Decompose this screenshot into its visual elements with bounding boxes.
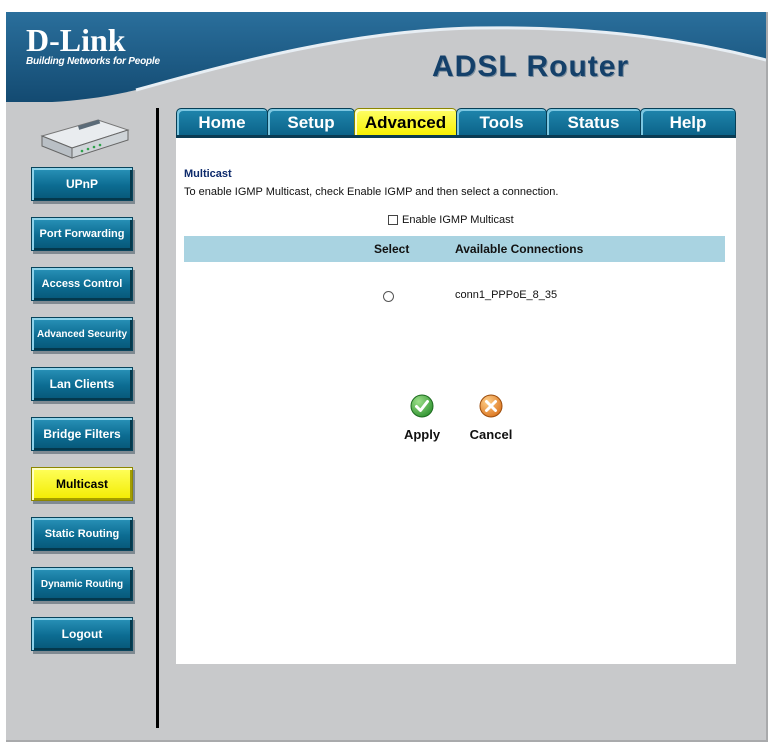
sidebar-item-port-forwarding[interactable]: Port Forwarding [31,217,133,251]
logo-brand: D-Link [26,22,126,58]
content-panel: Multicast To enable IGMP Multicast, chec… [176,138,736,664]
sidebar-item-label: UPnP [65,177,98,191]
apply-button[interactable]: Apply [392,394,452,442]
sidebar-item-label: Logout [61,627,103,641]
sidebar-item-label: Lan Clients [49,377,115,391]
cancel-label: Cancel [469,427,513,442]
tab-home[interactable]: Home [176,108,268,136]
sidebar-item-advanced-security[interactable]: Advanced Security [31,317,133,351]
apply-label: Apply [403,427,441,442]
sidebar-item-lan-clients[interactable]: Lan Clients [31,367,133,401]
header-banner: D-Link Building Networks for People ADSL… [6,12,766,103]
connection-name: conn1_PPPoE_8_35 [455,289,558,301]
tab-label: Status [567,112,620,132]
cancel-x-icon [479,394,503,418]
tab-label: Home [198,112,246,132]
tab-label: Tools [479,112,524,132]
sidebar-item-label: Multicast [55,477,108,491]
logo-tagline: Building Networks for People [26,56,160,67]
sidebar-divider [156,108,159,728]
section-description: To enable IGMP Multicast, check Enable I… [184,186,559,198]
check-icon [410,394,434,418]
tab-label: Setup [287,112,335,132]
product-title: ADSL Router [432,50,630,83]
column-header-select: Select [374,242,410,256]
enable-igmp-row[interactable]: Enable IGMP Multicast [388,214,514,226]
enable-igmp-label: Enable IGMP Multicast [402,214,514,226]
tab-label: Help [669,112,707,132]
sidebar-item-upnp[interactable]: UPnP [31,167,133,201]
sidebar-item-label: Static Routing [44,528,120,540]
tab-setup[interactable]: Setup [267,108,355,136]
connections-table-header: Select Available Connections [184,236,725,262]
column-header-available-connections: Available Connections [455,242,584,256]
connection-radio[interactable] [383,291,394,302]
sidebar-item-label: Advanced Security [36,328,128,340]
tab-label: Advanced [364,112,447,132]
sidebar-item-dynamic-routing[interactable]: Dynamic Routing [31,567,133,601]
table-row: conn1_PPPoE_8_35 [184,288,725,308]
sidebar-item-logout[interactable]: Logout [31,617,133,651]
tab-tools[interactable]: Tools [456,108,547,136]
sidebar-item-bridge-filters[interactable]: Bridge Filters [31,417,133,451]
sidebar-item-multicast[interactable]: Multicast [31,467,133,501]
sidebar-item-access-control[interactable]: Access Control [31,267,133,301]
tab-advanced[interactable]: Advanced [354,108,457,136]
sidebar-item-label: Bridge Filters [43,427,121,441]
page-frame: D-Link Building Networks for People ADSL… [6,12,768,742]
sidebar-item-static-routing[interactable]: Static Routing [31,517,133,551]
sidebar-item-label: Access Control [41,278,123,290]
cancel-button[interactable]: Cancel [461,394,521,442]
sidebar-item-label: Port Forwarding [39,228,125,240]
main-tabs: Home Setup Advanced Tools Status Help [176,108,736,136]
dlink-logo: D-Link Building Networks for People [26,24,160,67]
enable-igmp-checkbox[interactable] [388,215,398,225]
sidebar-item-label: Dynamic Routing [40,578,124,590]
section-title: Multicast [184,168,232,180]
router-device-image [40,119,130,159]
tab-status[interactable]: Status [546,108,641,136]
tab-help[interactable]: Help [640,108,736,136]
